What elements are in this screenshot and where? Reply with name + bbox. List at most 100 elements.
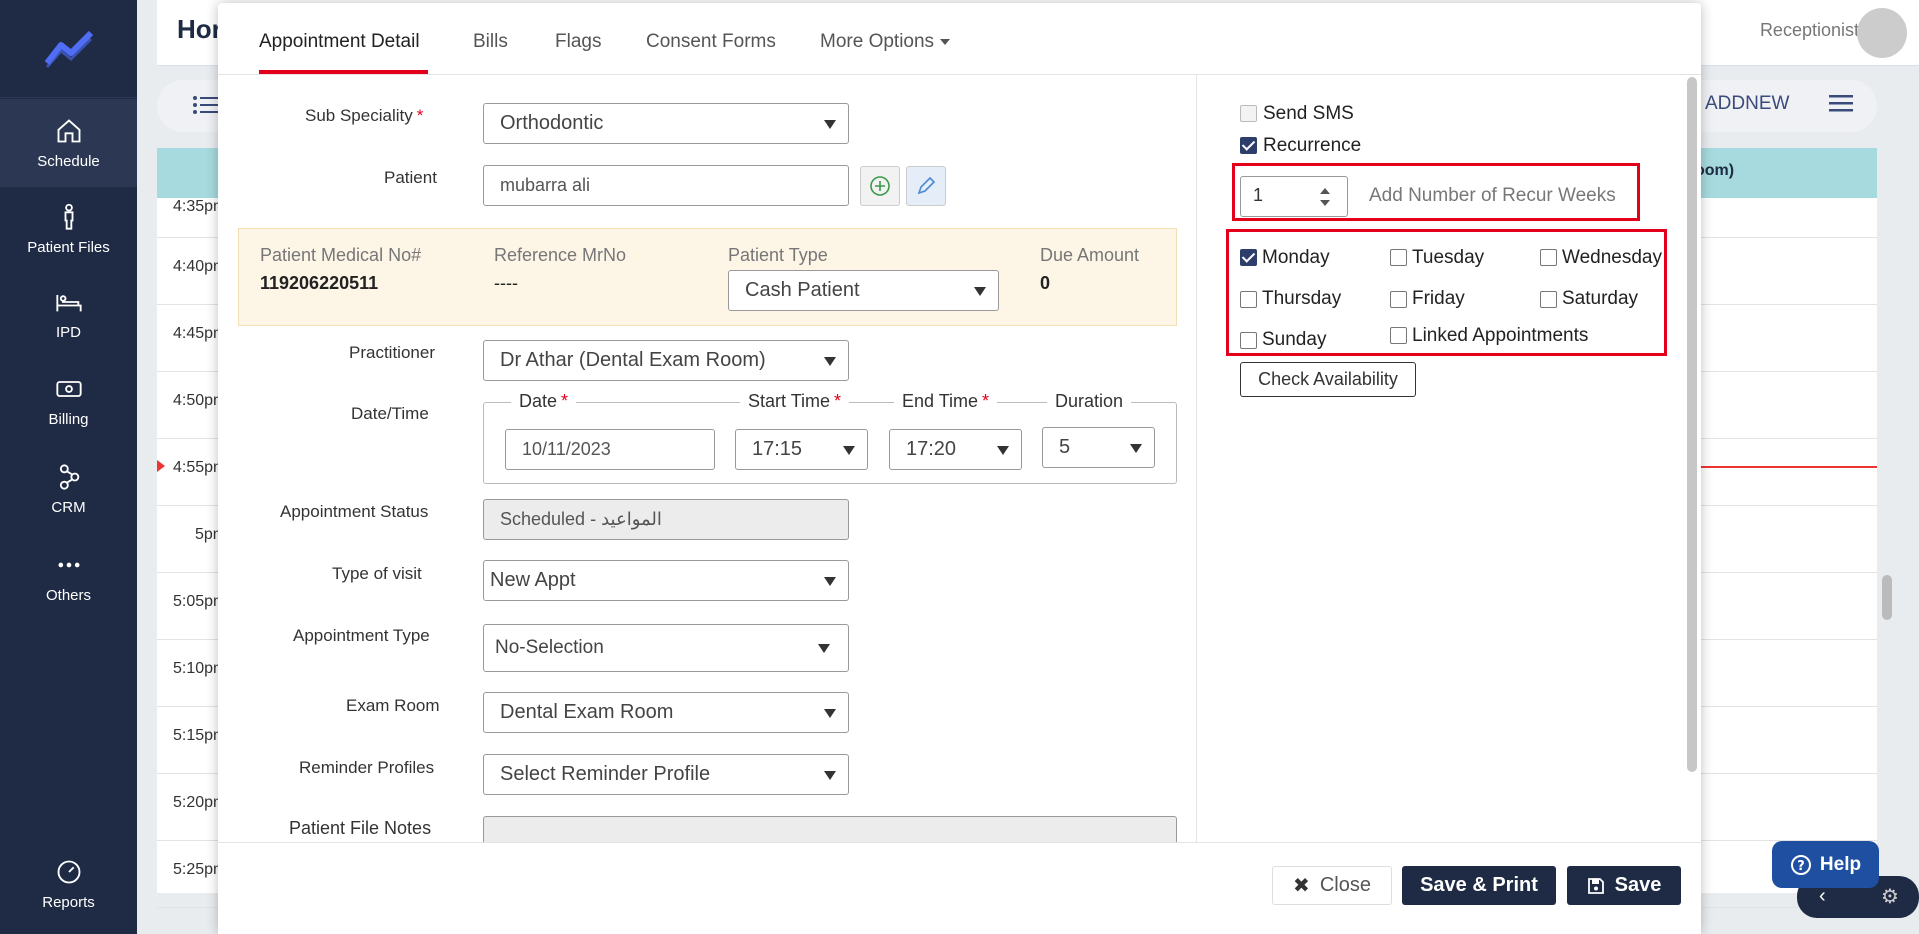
sidebar-item-label: Schedule: [37, 152, 100, 170]
tab-more-options[interactable]: More Options: [820, 31, 951, 53]
home-icon: [57, 118, 80, 142]
sidebar-item-label: Others: [45, 586, 91, 604]
reminder-profiles-label: Reminder Profiles: [299, 758, 435, 777]
friday-checkbox[interactable]: [1390, 291, 1407, 308]
monday-label: Monday: [1262, 247, 1330, 268]
patient-input[interactable]: mubarra ali: [483, 165, 849, 206]
list-view-icon[interactable]: [192, 94, 218, 121]
sidebar-item-label: CRM: [51, 498, 86, 516]
gauge-icon: [57, 860, 80, 883]
add-new-button[interactable]: ADDNEW: [1705, 93, 1789, 115]
appointment-status-label: Appointment Status: [280, 502, 429, 521]
help-button[interactable]: ? Help: [1772, 841, 1879, 888]
user-role[interactable]: Receptionist: [1760, 20, 1859, 41]
logo-icon: [44, 30, 93, 68]
sidebar-item-billing[interactable]: Billing: [0, 357, 137, 445]
current-time-marker: [157, 460, 165, 472]
linked-appointments-checkbox[interactable]: [1390, 327, 1407, 344]
close-button[interactable]: ✖ Close: [1272, 866, 1392, 905]
add-patient-button[interactable]: [860, 166, 900, 206]
modal-tabs: Appointment Detail Bills Flags Consent F…: [218, 3, 1701, 75]
app-logo[interactable]: [0, 0, 137, 98]
patient-file-notes-field[interactable]: [483, 816, 1177, 842]
chevron-left-icon[interactable]: ‹: [1819, 885, 1826, 908]
sidebar-item-patient-files[interactable]: Patient Files: [0, 185, 137, 273]
tuesday-label: Tuesday: [1412, 247, 1485, 268]
person-icon: [64, 203, 73, 230]
datetime-label: Date/Time: [351, 404, 429, 423]
patient-type-select[interactable]: Cash Patient: [728, 270, 999, 311]
sidebar-item-schedule[interactable]: Schedule: [0, 99, 137, 187]
patient-type-label: Patient Type: [728, 245, 828, 265]
patient-label: Patient: [384, 168, 437, 187]
sidebar-item-label: IPD: [55, 323, 81, 341]
send-sms-checkbox[interactable]: [1240, 105, 1257, 122]
tab-appointment-detail[interactable]: Appointment Detail: [259, 31, 420, 53]
patient-file-notes-label: Patient File Notes: [289, 818, 432, 838]
dropdown-arrow-icon: [824, 120, 836, 129]
mr-value: 119206220511: [260, 273, 379, 293]
tab-consent-forms[interactable]: Consent Forms: [646, 31, 776, 53]
sidebar-item-reports[interactable]: Reports: [0, 840, 137, 928]
sidebar-item-ipd[interactable]: IPD: [0, 270, 137, 358]
practitioner-select[interactable]: Dr Athar (Dental Exam Room): [483, 340, 849, 381]
sub-speciality-select[interactable]: Orthodontic: [483, 103, 849, 144]
duration-label: Duration: [1047, 391, 1132, 412]
recurrence-checkbox[interactable]: [1240, 137, 1257, 154]
wednesday-checkbox[interactable]: [1540, 249, 1557, 266]
exam-room-label: Exam Room: [346, 696, 440, 715]
tab-flags[interactable]: Flags: [555, 31, 601, 53]
dropdown-arrow-icon: [824, 577, 836, 586]
due-amount-label: Due Amount: [1040, 245, 1140, 265]
reminder-profile-select[interactable]: Select Reminder Profile: [483, 754, 849, 795]
caret-down-icon: [940, 38, 951, 45]
send-sms-label: Send SMS: [1263, 103, 1354, 124]
date-input[interactable]: 10/11/2023: [505, 429, 715, 470]
floppy-disk-icon: [1587, 877, 1604, 894]
sunday-checkbox[interactable]: [1240, 332, 1257, 349]
appointment-type-select[interactable]: No-Selection: [483, 624, 849, 672]
start-time-select[interactable]: 17:15: [735, 429, 868, 470]
duration-select[interactable]: 5: [1042, 427, 1155, 468]
network-icon: [59, 463, 79, 490]
save-print-button[interactable]: Save & Print: [1402, 866, 1556, 905]
friday-label: Friday: [1412, 288, 1465, 309]
dropdown-arrow-icon: [824, 709, 836, 718]
thursday-checkbox[interactable]: [1240, 291, 1257, 308]
end-time-select[interactable]: 17:20: [889, 429, 1022, 470]
edit-patient-button[interactable]: [906, 166, 946, 206]
reference-mr-label: Reference MrNo: [494, 245, 627, 265]
monday-checkbox[interactable]: [1240, 249, 1257, 266]
dropdown-arrow-icon: [997, 446, 1009, 455]
date-label: Date *: [511, 391, 577, 412]
exam-room-select[interactable]: Dental Exam Room: [483, 692, 849, 733]
end-time-label: End Time *: [894, 391, 998, 412]
avatar[interactable]: [1857, 8, 1907, 58]
practitioner-label: Practitioner: [349, 343, 435, 362]
sidebar-item-others[interactable]: Others: [0, 533, 137, 621]
page-scrollbar[interactable]: [1882, 575, 1892, 620]
help-circle-icon: ?: [1790, 854, 1811, 875]
check-availability-button[interactable]: Check Availability: [1240, 362, 1416, 397]
dropdown-arrow-icon: [818, 644, 830, 653]
number-spinner[interactable]: [1315, 182, 1335, 212]
sidebar-item-crm[interactable]: CRM: [0, 445, 137, 533]
sidebar: Schedule Patient Files IPD Billing CRM O…: [0, 0, 137, 934]
saturday-label: Saturday: [1562, 288, 1639, 309]
saturday-checkbox[interactable]: [1540, 291, 1557, 308]
dropdown-arrow-icon: [1130, 444, 1142, 453]
type-of-visit-select[interactable]: New Appt: [483, 560, 849, 601]
linked-appointments-label: Linked Appointments: [1412, 325, 1589, 346]
hamburger-menu-icon[interactable]: [1828, 92, 1854, 119]
sub-speciality-label: Sub Speciality *: [305, 106, 424, 125]
gear-icon[interactable]: ⚙: [1881, 884, 1899, 909]
svg-text:?: ?: [1797, 859, 1805, 874]
money-icon: [55, 380, 82, 397]
tuesday-checkbox[interactable]: [1390, 249, 1407, 266]
tab-bills[interactable]: Bills: [473, 31, 508, 53]
save-button[interactable]: Save: [1567, 866, 1681, 905]
panel-divider: [1196, 75, 1197, 845]
mr-label: Patient Medical No#: [260, 245, 422, 265]
tab-label: More Options: [820, 31, 935, 52]
modal-scrollbar[interactable]: [1687, 77, 1697, 772]
